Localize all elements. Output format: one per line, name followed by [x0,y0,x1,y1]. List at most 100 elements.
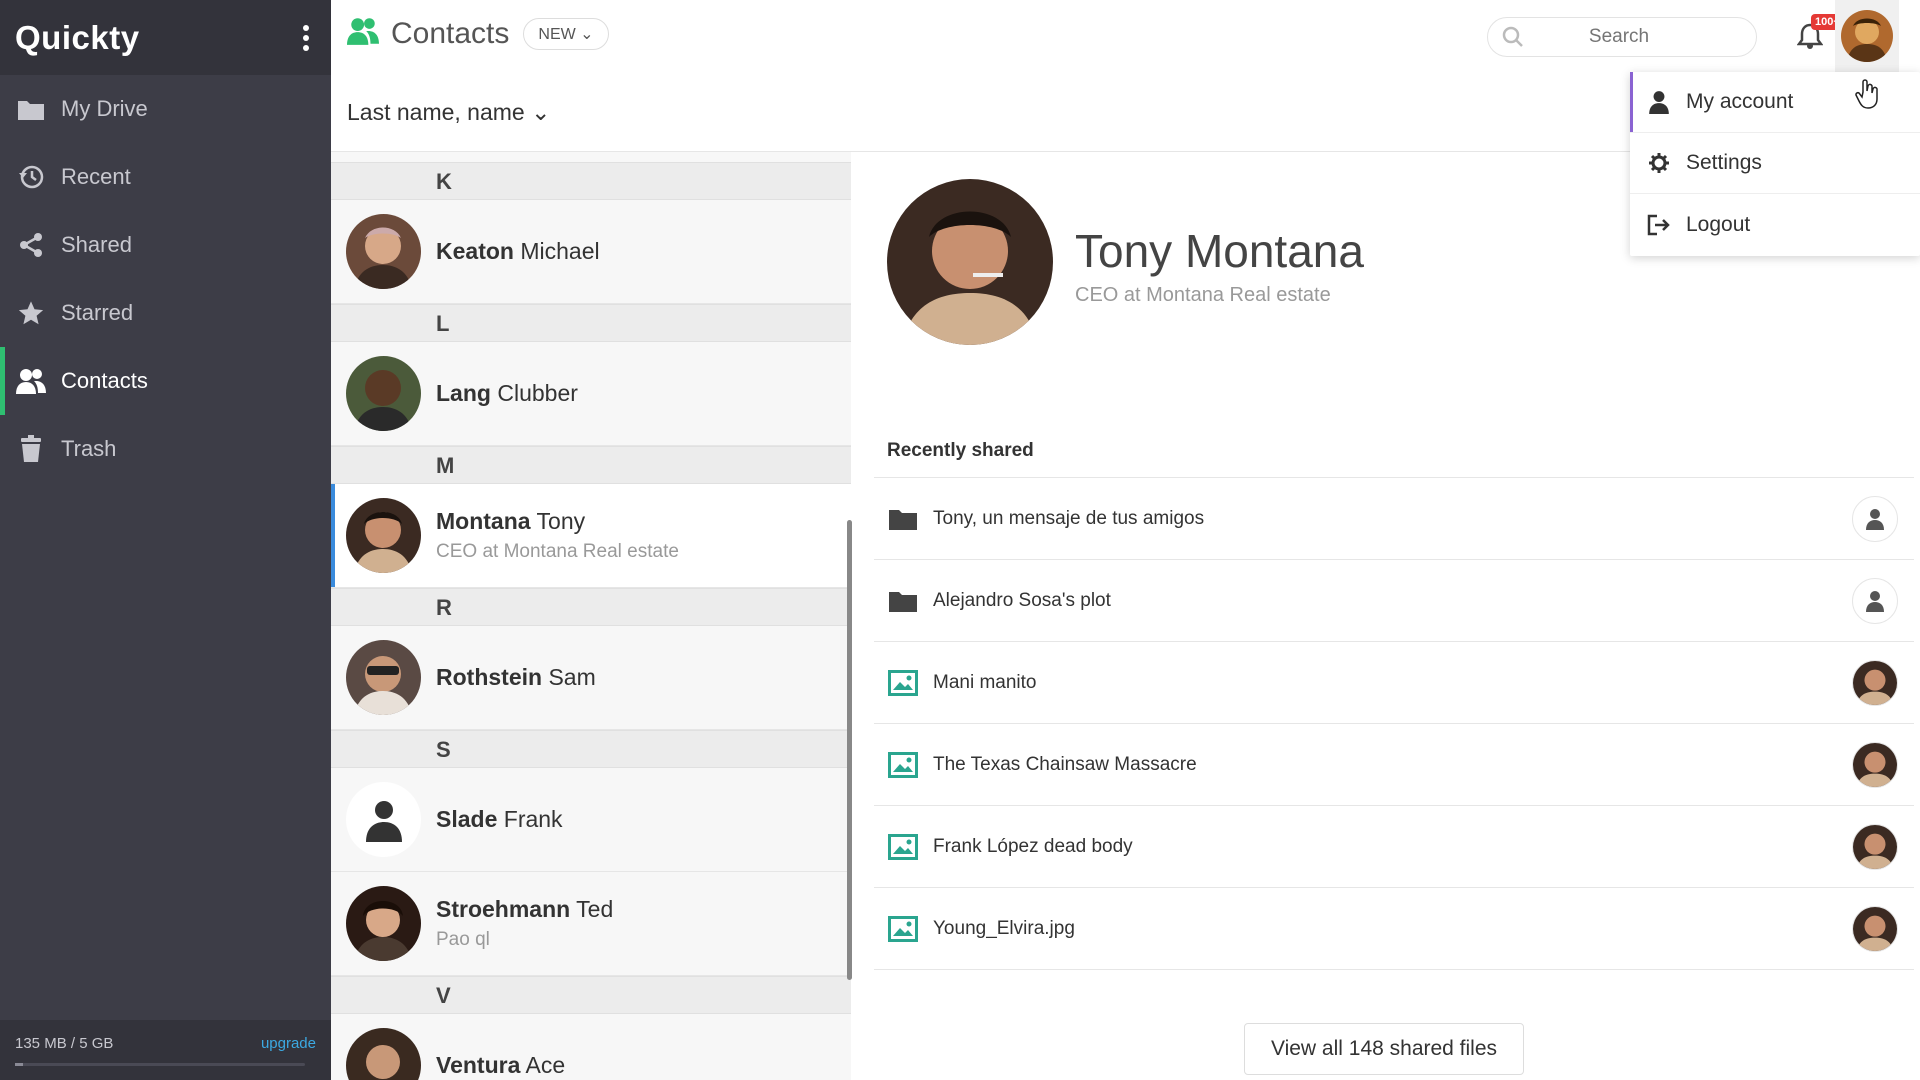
contact-item-stroehmann[interactable]: Stroehmann Ted Pao ql [331,872,851,976]
sidebar-item-trash[interactable]: Trash [0,415,331,483]
more-options-icon[interactable] [299,21,313,55]
sidebar-item-label: Trash [61,436,117,461]
image-file-icon [886,666,920,700]
app-logo: Quickty [15,18,140,56]
avatar [346,498,421,573]
letter-header: L [331,304,851,342]
search-input[interactable] [1524,26,1714,48]
star-icon [16,298,46,328]
menu-item-label: My account [1686,90,1794,113]
file-name: The Texas Chainsaw Massacre [933,753,1197,775]
contact-detail: Tony Montana CEO at Montana Real estate … [857,152,1920,1080]
search-box[interactable] [1487,17,1757,57]
contact-item-ventura[interactable]: Ventura Ace [331,1014,851,1080]
contact-name: Keaton Michael [436,238,600,264]
contact-name: Ventura Ace [436,1052,566,1078]
contact-item-lang[interactable]: Lang Clubber [331,342,851,446]
owner-generic-icon [1852,578,1898,624]
contact-photo [887,179,1053,345]
page-title: Contacts [391,16,510,50]
contact-name: Lang Clubber [436,380,578,406]
menu-item-label: Settings [1686,151,1762,174]
sidebar-item-label: Shared [61,232,132,257]
contacts-header-icon [347,16,379,51]
logout-icon [1646,212,1672,238]
trash-icon [16,434,46,464]
menu-item-settings[interactable]: Settings [1630,133,1920,194]
menu-item-label: Logout [1686,212,1751,236]
avatar [346,356,421,431]
sidebar-item-contacts[interactable]: Contacts [0,347,331,415]
letter-header: V [331,976,851,1014]
sort-dropdown-label: Last name, name [347,99,525,125]
chevron-down-icon: ⌄ [580,25,594,43]
file-name: Tony, un mensaje de tus amigos [933,507,1205,529]
letter-header: R [331,588,851,626]
new-button[interactable]: NEW ⌄ [523,17,609,50]
upgrade-link[interactable]: upgrade [261,1035,316,1052]
sidebar-item-label: Starred [61,300,134,325]
brand-bar: Quickty [0,0,331,75]
user-avatar[interactable] [1841,10,1893,62]
letter-header: M [331,446,851,484]
storage-panel: 135 MB / 5 GB upgrade [0,1020,331,1080]
new-button-label: NEW [538,25,576,43]
avatar [346,1028,421,1080]
gear-icon [1646,150,1672,176]
hand-cursor-icon [1855,78,1881,115]
storage-bar [15,1063,305,1066]
contact-item-slade[interactable]: Slade Frank [331,768,851,872]
search-icon [1502,26,1523,47]
file-name: Mani manito [933,671,1037,693]
avatar [346,886,421,961]
image-file-icon [886,748,920,782]
sidebar-item-starred[interactable]: Starred [0,279,331,347]
recently-shared-heading: Recently shared [887,440,1034,461]
view-all-shared-button[interactable]: View all 148 shared files [1244,1023,1524,1075]
file-name: Alejandro Sosa's plot [933,589,1111,611]
owner-avatar [1852,660,1898,706]
letter-header: K [331,162,851,200]
history-icon [16,162,46,192]
sidebar-item-my-drive[interactable]: My Drive [0,75,331,143]
avatar [346,640,421,715]
shared-file-row[interactable]: The Texas Chainsaw Massacre [874,724,1914,806]
shared-file-row[interactable]: Frank López dead body [874,806,1914,888]
shared-file-row[interactable]: Tony, un mensaje de tus amigos [874,478,1914,560]
contacts-icon [16,366,46,396]
user-icon [1646,89,1672,115]
contact-name: Stroehmann Ted [436,896,614,922]
storage-bar-fill [15,1063,23,1066]
sidebar-item-label: My Drive [61,96,148,121]
list-scrollbar[interactable] [847,520,852,980]
contact-full-name: Tony Montana [1075,225,1364,277]
sort-dropdown[interactable]: Last name, name ⌄ [347,99,550,126]
shared-file-row[interactable]: Mani manito [874,642,1914,724]
contact-item-rothstein[interactable]: Rothstein Sam [331,626,851,730]
contact-item-keaton[interactable]: Keaton Michael [331,200,851,304]
owner-generic-icon [1852,496,1898,542]
image-file-icon [886,830,920,864]
owner-avatar [1852,906,1898,952]
contact-name: Rothstein Sam [436,664,596,690]
contact-subtitle: Pao ql [436,929,490,950]
contact-list: K Keaton Michael L Lang Clubber M Montan… [331,152,851,1080]
owner-avatar [1852,742,1898,788]
sidebar-item-recent[interactable]: Recent [0,143,331,211]
storage-usage: 135 MB / 5 GB [15,1035,114,1052]
avatar-placeholder [346,782,421,857]
sidebar: Quickty My Drive Recent Shared Starred C… [0,0,331,1080]
menu-item-logout[interactable]: Logout [1630,194,1920,255]
sidebar-item-label: Contacts [61,368,148,393]
file-name: Frank López dead body [933,835,1133,857]
top-header: Contacts NEW ⌄ 100+ [331,0,1920,75]
contact-item-montana[interactable]: Montana Tony CEO at Montana Real estate [331,484,851,588]
sidebar-item-shared[interactable]: Shared [0,211,331,279]
avatar [346,214,421,289]
owner-avatar [1852,824,1898,870]
shared-file-row[interactable]: Alejandro Sosa's plot [874,560,1914,642]
file-name: Young_Elvira.jpg [933,917,1075,939]
folder-icon [886,584,920,618]
shared-file-row[interactable]: Young_Elvira.jpg [874,888,1914,970]
contact-role: CEO at Montana Real estate [1075,284,1331,306]
